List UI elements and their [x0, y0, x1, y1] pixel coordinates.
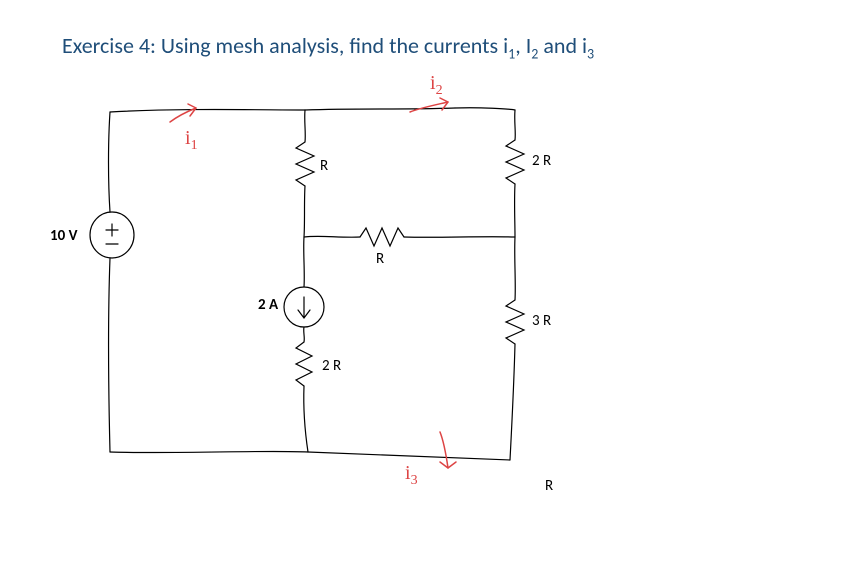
circuit-diagram: 10 V 2 A R R 2 R 2 R 3 R R i1 i2 i3 — [60, 72, 600, 502]
title-text-1: Exercise 4: Using mesh analysis, find th… — [62, 32, 508, 59]
title-sub-3: 3 — [587, 45, 594, 62]
title-text-2: , I — [515, 32, 531, 59]
voltage-label: 10 V — [50, 227, 77, 245]
resistor-3r: 3 R — [532, 312, 551, 330]
i3-annotation: i3 — [405, 462, 418, 489]
i3-sub: 3 — [411, 473, 418, 488]
resistor-2r-bottom: 2 R — [322, 357, 341, 375]
i2-sub: 2 — [436, 83, 443, 98]
current-source-label: 2 A — [258, 296, 278, 314]
resistor-r-top: R — [320, 157, 328, 175]
resistor-2r-top: 2 R — [532, 152, 551, 170]
exercise-title: Exercise 4: Using mesh analysis, find th… — [62, 32, 594, 62]
i1-annotation: i1 — [185, 127, 198, 154]
i1-sub: 1 — [191, 138, 198, 153]
circuit-svg — [60, 72, 600, 502]
title-text-3: and i — [538, 32, 587, 59]
resistor-r-corner: R — [545, 477, 553, 495]
resistor-r-mid: R — [376, 250, 384, 268]
i2-annotation: i2 — [430, 72, 443, 99]
